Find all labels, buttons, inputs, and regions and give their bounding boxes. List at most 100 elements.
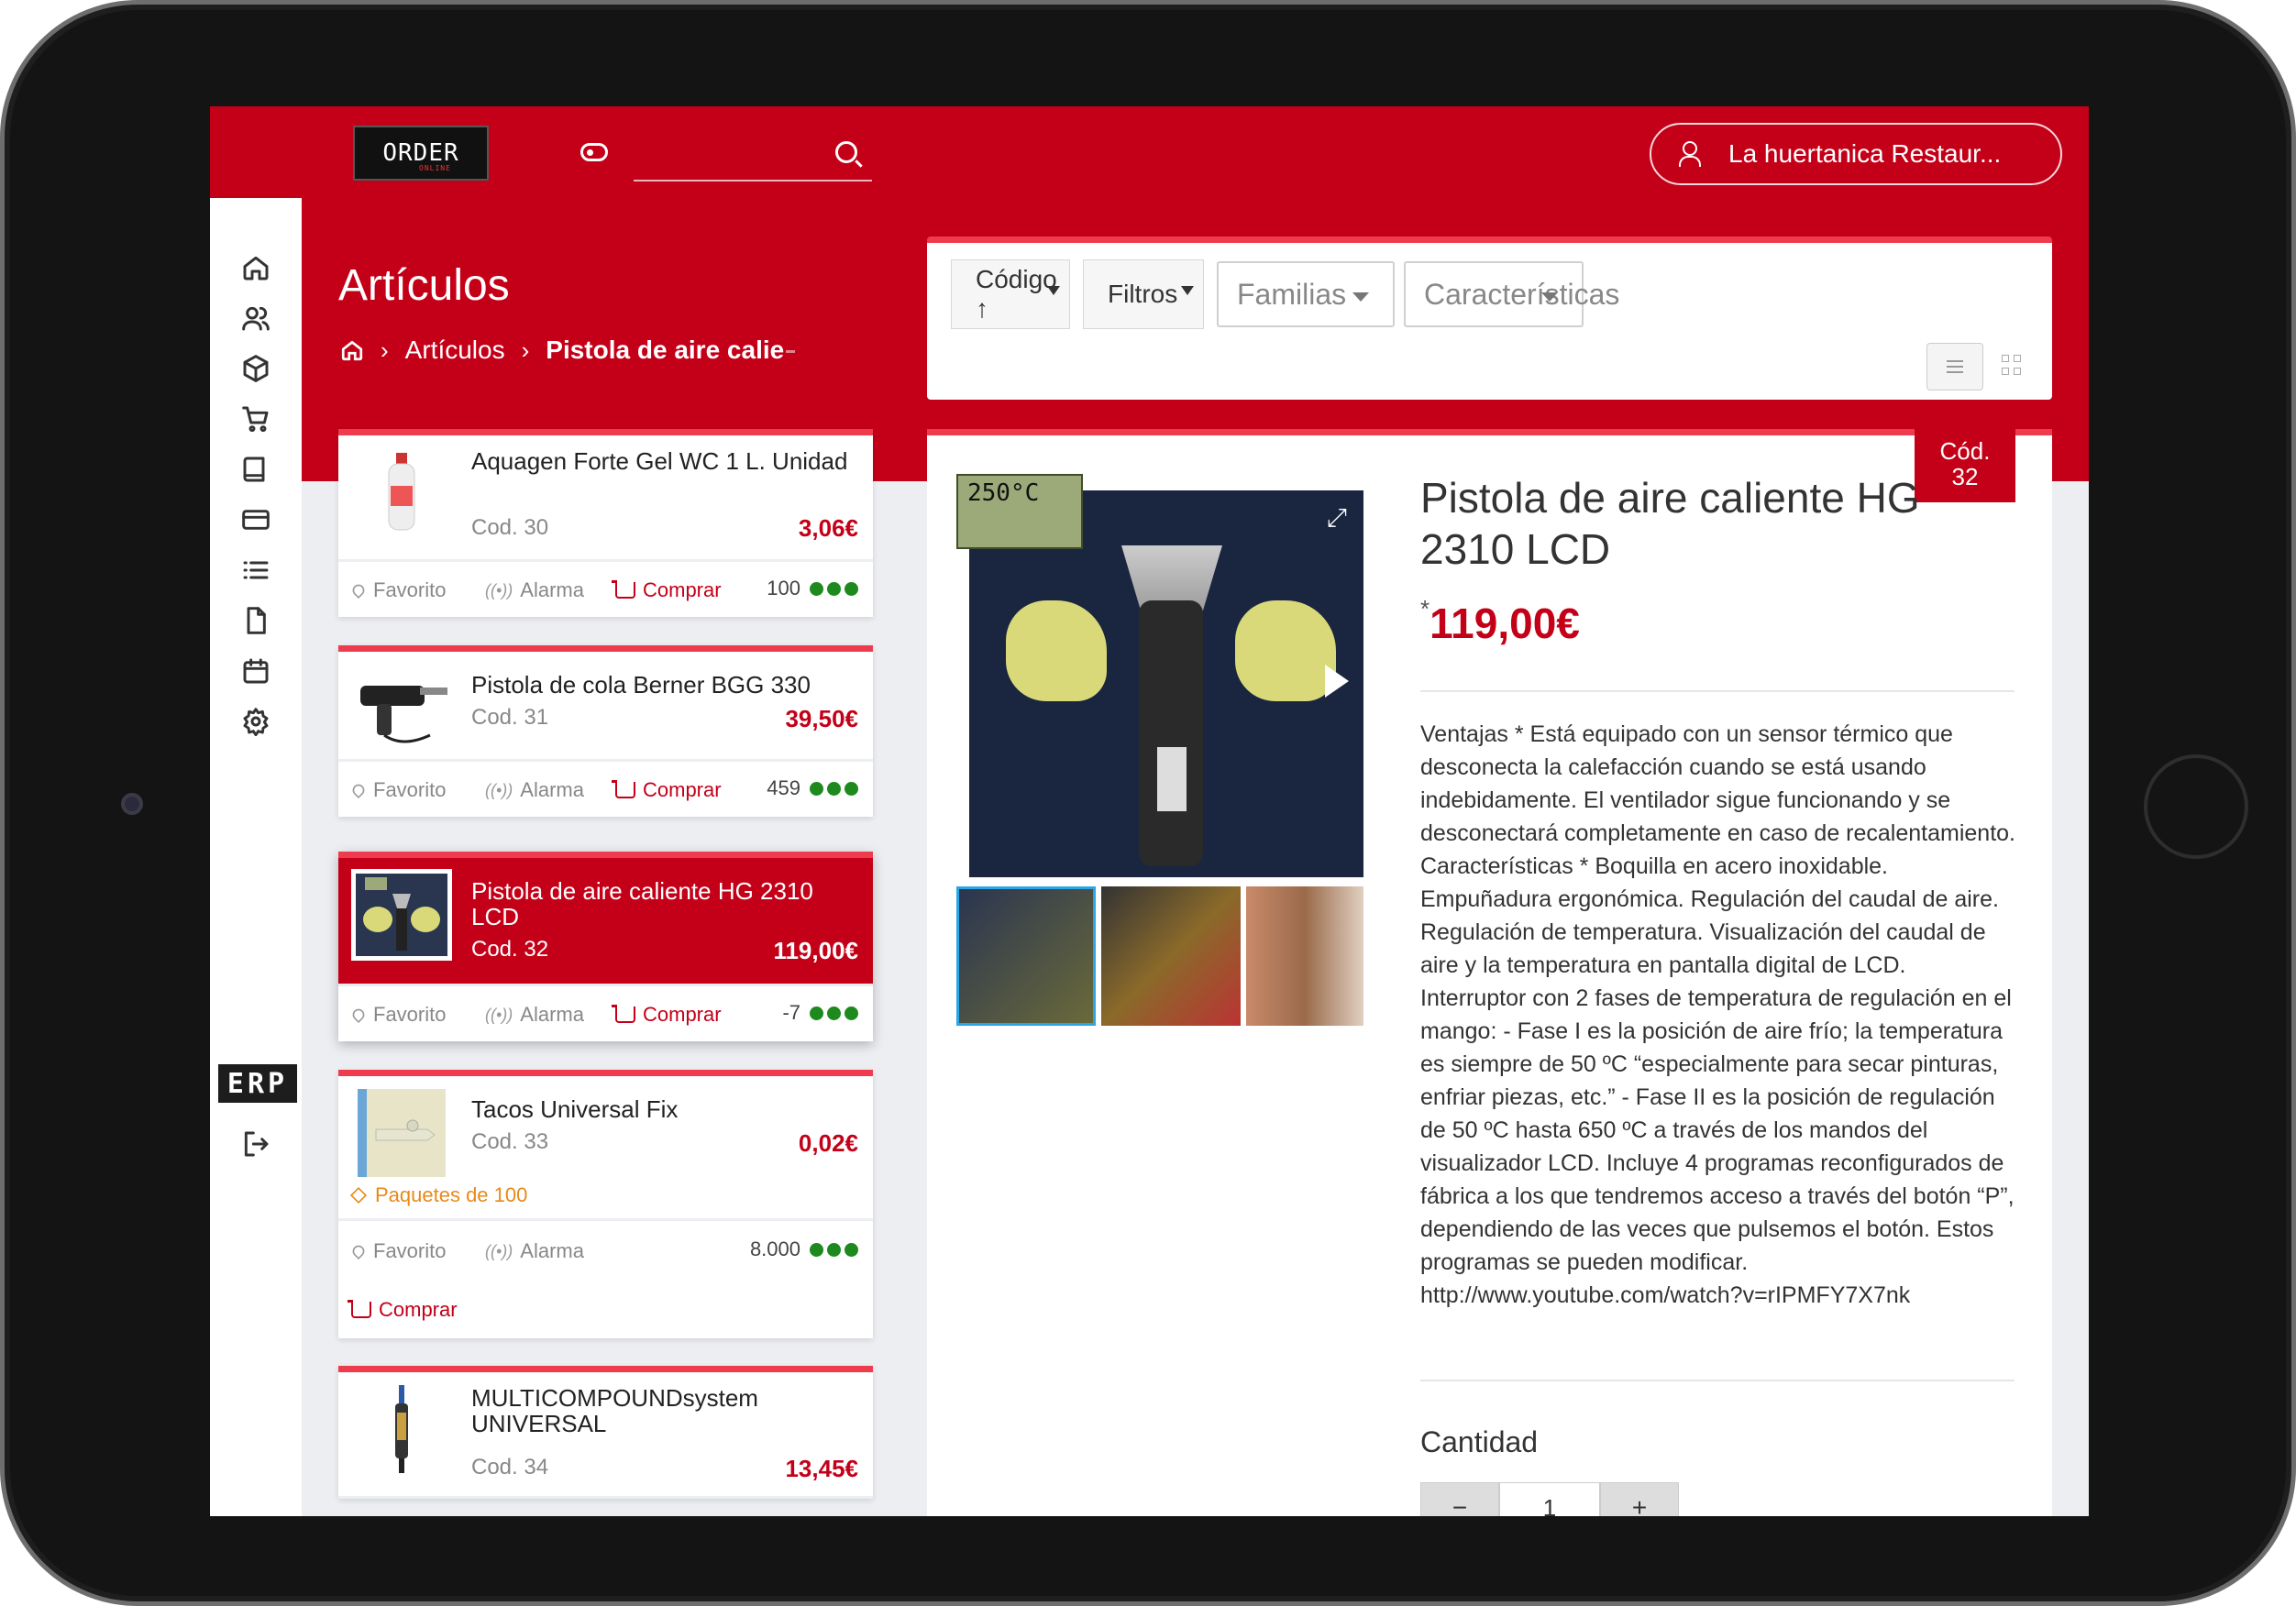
stock-dots — [810, 1242, 858, 1257]
alarm-label: Alarma — [520, 1003, 584, 1026]
favorite-label: Favorito — [373, 1239, 447, 1262]
families-placeholder: Familias — [1237, 277, 1347, 311]
alarm-icon: ((•)) — [485, 780, 513, 799]
filters-select[interactable]: Filtros — [1083, 259, 1204, 329]
cart-icon — [242, 406, 269, 433]
list-view-button[interactable] — [1926, 343, 1983, 390]
buy-button[interactable]: Comprar — [612, 578, 722, 602]
sidebar-item-calendar[interactable] — [210, 644, 302, 698]
favorite-button[interactable]: Favorito — [349, 1003, 446, 1027]
buy-button[interactable]: Comprar — [612, 1003, 722, 1027]
play-icon[interactable] — [1325, 665, 1349, 698]
alarm-label: Alarma — [520, 578, 584, 601]
sidebar-item-documents[interactable] — [210, 593, 302, 648]
product-price: 0,02€ — [798, 1129, 858, 1157]
lcd-text: 250°C — [967, 479, 1040, 507]
user-menu-button[interactable]: La huertanica Restaur... — [1650, 123, 2062, 185]
calendar-icon — [243, 658, 269, 684]
gear-icon — [243, 708, 269, 736]
product-price: 39,50€ — [785, 705, 858, 732]
product-image-detail — [1157, 747, 1187, 811]
stock-indicator: 459 — [767, 776, 858, 800]
quantity-stepper: − + — [1420, 1482, 1679, 1516]
product-code: Cod. 31 — [471, 705, 549, 730]
favorite-label: Favorito — [373, 778, 447, 801]
logout-icon — [244, 1131, 269, 1157]
caret-down-icon — [1047, 286, 1060, 295]
decrement-button[interactable]: − — [1420, 1482, 1499, 1516]
thumbnail-image[interactable] — [1246, 886, 1363, 1026]
product-thumbnail — [351, 446, 452, 538]
search-icon[interactable] — [835, 141, 857, 163]
product-card-selected[interactable]: Pistola de aire caliente HG 2310 LCD Cod… — [338, 852, 873, 1041]
breadcrumb-item[interactable]: Artículos — [405, 336, 505, 365]
cart-icon — [612, 1005, 635, 1023]
grid-view-button[interactable] — [2002, 355, 2022, 375]
camera-dot — [121, 793, 143, 815]
sidebar-item-payments[interactable] — [210, 492, 302, 547]
breadcrumb-home-icon[interactable] — [340, 338, 364, 362]
home-icon — [243, 256, 269, 280]
stock-dots — [810, 1006, 858, 1020]
search-input[interactable] — [637, 138, 821, 169]
alarm-icon: ((•)) — [485, 1241, 513, 1260]
sort-select[interactable]: Código ↑ — [951, 259, 1070, 329]
thumbnail-image[interactable] — [956, 886, 1096, 1026]
tablet-frame: ORDER ONLINE La huertanica Restaur... ER… — [0, 0, 2296, 1606]
favorite-button[interactable]: Favorito — [349, 578, 446, 602]
book-icon — [243, 456, 265, 482]
stock-indicator: 100 — [767, 577, 858, 600]
product-code: Cod. 34 — [471, 1455, 549, 1480]
price-value: 119,00€ — [1429, 600, 1580, 647]
sidebar-item-catalog[interactable] — [210, 442, 302, 497]
quantity-label: Cantidad — [1420, 1425, 1539, 1458]
logo-subtext: ONLINE — [419, 164, 451, 172]
home-hardware-button[interactable] — [2144, 754, 2248, 859]
app-logo[interactable]: ORDER ONLINE — [353, 126, 489, 181]
buy-button[interactable]: Comprar — [348, 1298, 458, 1322]
product-card[interactable]: Pistola de cola Berner BGG 330 Cod. 31 3… — [338, 645, 873, 817]
alarm-button[interactable]: ((•)) Alarma — [485, 1003, 584, 1027]
cart-icon — [612, 580, 635, 599]
product-thumbnail — [351, 869, 452, 961]
list-icon — [243, 561, 269, 579]
buy-label: Comprar — [379, 1298, 458, 1321]
sidebar-item-home[interactable] — [210, 240, 302, 295]
features-select[interactable]: Características — [1404, 261, 1619, 327]
box-icon — [243, 355, 269, 382]
package-icon — [349, 1186, 368, 1204]
heart-icon — [349, 1242, 368, 1260]
thumbnail-image[interactable] — [1101, 886, 1241, 1026]
sidebar-item-products[interactable] — [210, 341, 302, 396]
alarm-button[interactable]: ((•)) Alarma — [485, 578, 584, 602]
favorite-button[interactable]: Favorito — [349, 1239, 447, 1263]
sidebar-item-cart[interactable] — [210, 391, 302, 446]
filters-label: Filtros — [1108, 280, 1178, 308]
user-label: La huertanica Restaur... — [1728, 139, 2002, 168]
product-name: Tacos Universal Fix — [471, 1095, 679, 1123]
app-screen: ORDER ONLINE La huertanica Restaur... ER… — [210, 106, 2089, 1516]
sidebar-item-settings[interactable] — [210, 694, 302, 749]
alarm-button[interactable]: ((•)) Alarma — [485, 778, 584, 802]
search-box — [634, 125, 872, 182]
sidebar-item-list[interactable] — [210, 543, 302, 598]
favorite-button[interactable]: Favorito — [349, 778, 447, 802]
product-card[interactable]: Aquagen Forte Gel WC 1 L. Unidad Cod. 30… — [338, 429, 873, 617]
alarm-button[interactable]: ((•)) Alarma — [485, 1239, 584, 1263]
quantity-input[interactable] — [1499, 1482, 1600, 1516]
expand-icon[interactable]: ⤢ — [1327, 503, 1347, 534]
product-card[interactable]: Tacos Universal Fix Cod. 33 0,02€ Paquet… — [338, 1070, 873, 1338]
increment-button[interactable]: + — [1600, 1482, 1679, 1516]
buy-button[interactable]: Comprar — [612, 778, 722, 802]
toggle-icon[interactable] — [580, 143, 608, 161]
stock-indicator: 8.000 — [750, 1238, 858, 1261]
erp-label: ERP — [226, 1067, 289, 1100]
sidebar-item-logout[interactable] — [210, 1116, 302, 1172]
families-select[interactable]: Familias — [1217, 261, 1395, 327]
sidebar-item-users[interactable] — [210, 291, 302, 346]
erp-logo[interactable]: ERP — [218, 1064, 297, 1103]
users-icon — [242, 306, 270, 331]
product-card[interactable]: MULTICOMPOUNDsystem UNIVERSAL Cod. 34 13… — [338, 1366, 873, 1499]
package-label: Paquetes de 100 — [375, 1183, 528, 1206]
stock-value: 100 — [767, 577, 800, 600]
